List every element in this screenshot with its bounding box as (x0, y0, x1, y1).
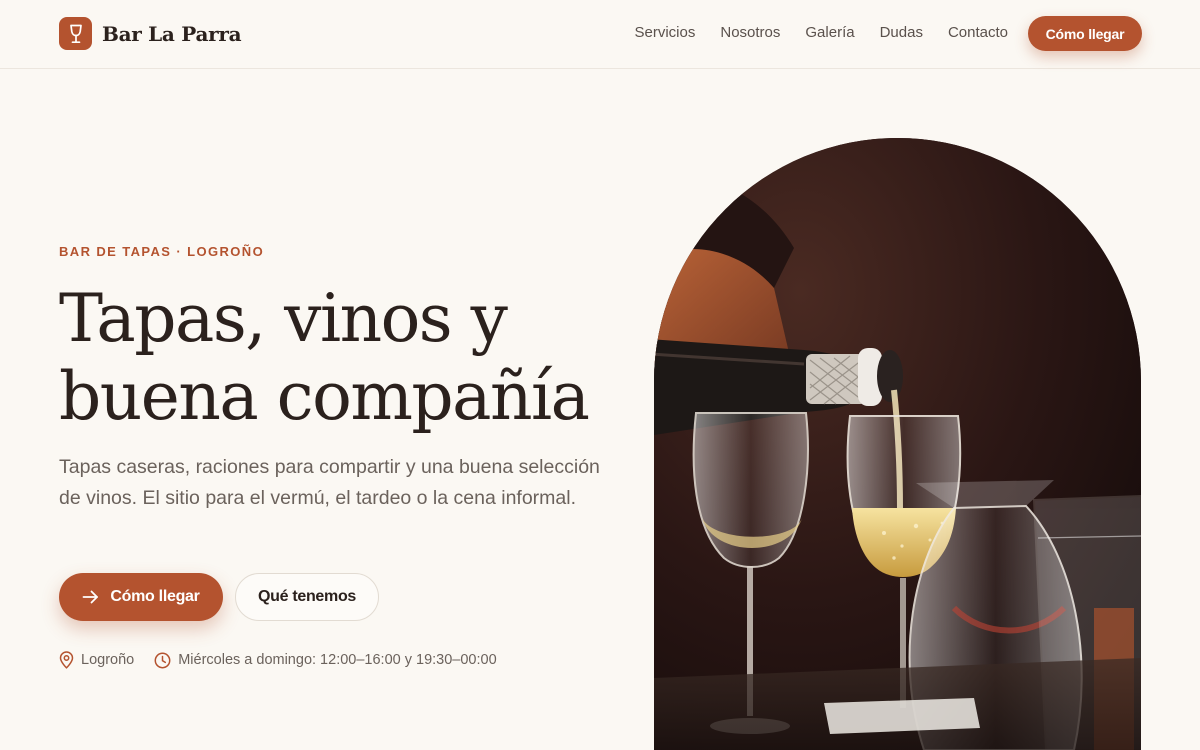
nav-item-nosotros[interactable]: Nosotros (720, 24, 780, 41)
nav-item-servicios[interactable]: Servicios (635, 24, 696, 41)
nav-item-dudas[interactable]: Dudas (880, 24, 923, 41)
hero-info: Logroño Miércoles a domingo: 12:00–16:00… (59, 651, 497, 669)
wine-glass-icon (59, 17, 92, 50)
brand[interactable]: Bar La Parra (59, 17, 242, 50)
location-text: Logroño (81, 652, 135, 668)
hero-eyebrow: BAR DE TAPAS · LOGROÑO (59, 244, 265, 259)
arrow-right-icon (82, 590, 99, 604)
directions-button[interactable]: Cómo llegar (59, 573, 223, 621)
directions-button-label: Cómo llegar (110, 588, 200, 605)
hero-subtitle: Tapas caseras, raciones para compartir y… (59, 456, 600, 509)
hero-image (654, 138, 1141, 750)
nav-item-galeria[interactable]: Galería (805, 24, 854, 41)
hours-info: Miércoles a domingo: 12:00–16:00 y 19:30… (154, 652, 497, 669)
menu-button[interactable]: Qué tenemos (235, 573, 379, 621)
brand-name: Bar La Parra (102, 21, 242, 46)
nav-item-contacto[interactable]: Contacto (948, 24, 1008, 41)
hours-text: Miércoles a domingo: 12:00–16:00 y 19:30… (178, 652, 497, 668)
clock-icon (154, 652, 171, 669)
header-directions-button[interactable]: Cómo llegar (1028, 16, 1142, 51)
location-info: Logroño (59, 651, 134, 669)
hero-title-line-1: Tapas, vinos y (59, 280, 508, 357)
map-pin-icon (59, 651, 74, 669)
main-nav: Servicios Nosotros Galería Dudas Contact… (635, 24, 1009, 41)
site-header: Bar La Parra Servicios Nosotros Galería … (0, 0, 1200, 69)
hero-title: Tapas, vinos y buena compañía (59, 280, 659, 436)
hero-title-line-2: buena compañía (59, 358, 590, 435)
